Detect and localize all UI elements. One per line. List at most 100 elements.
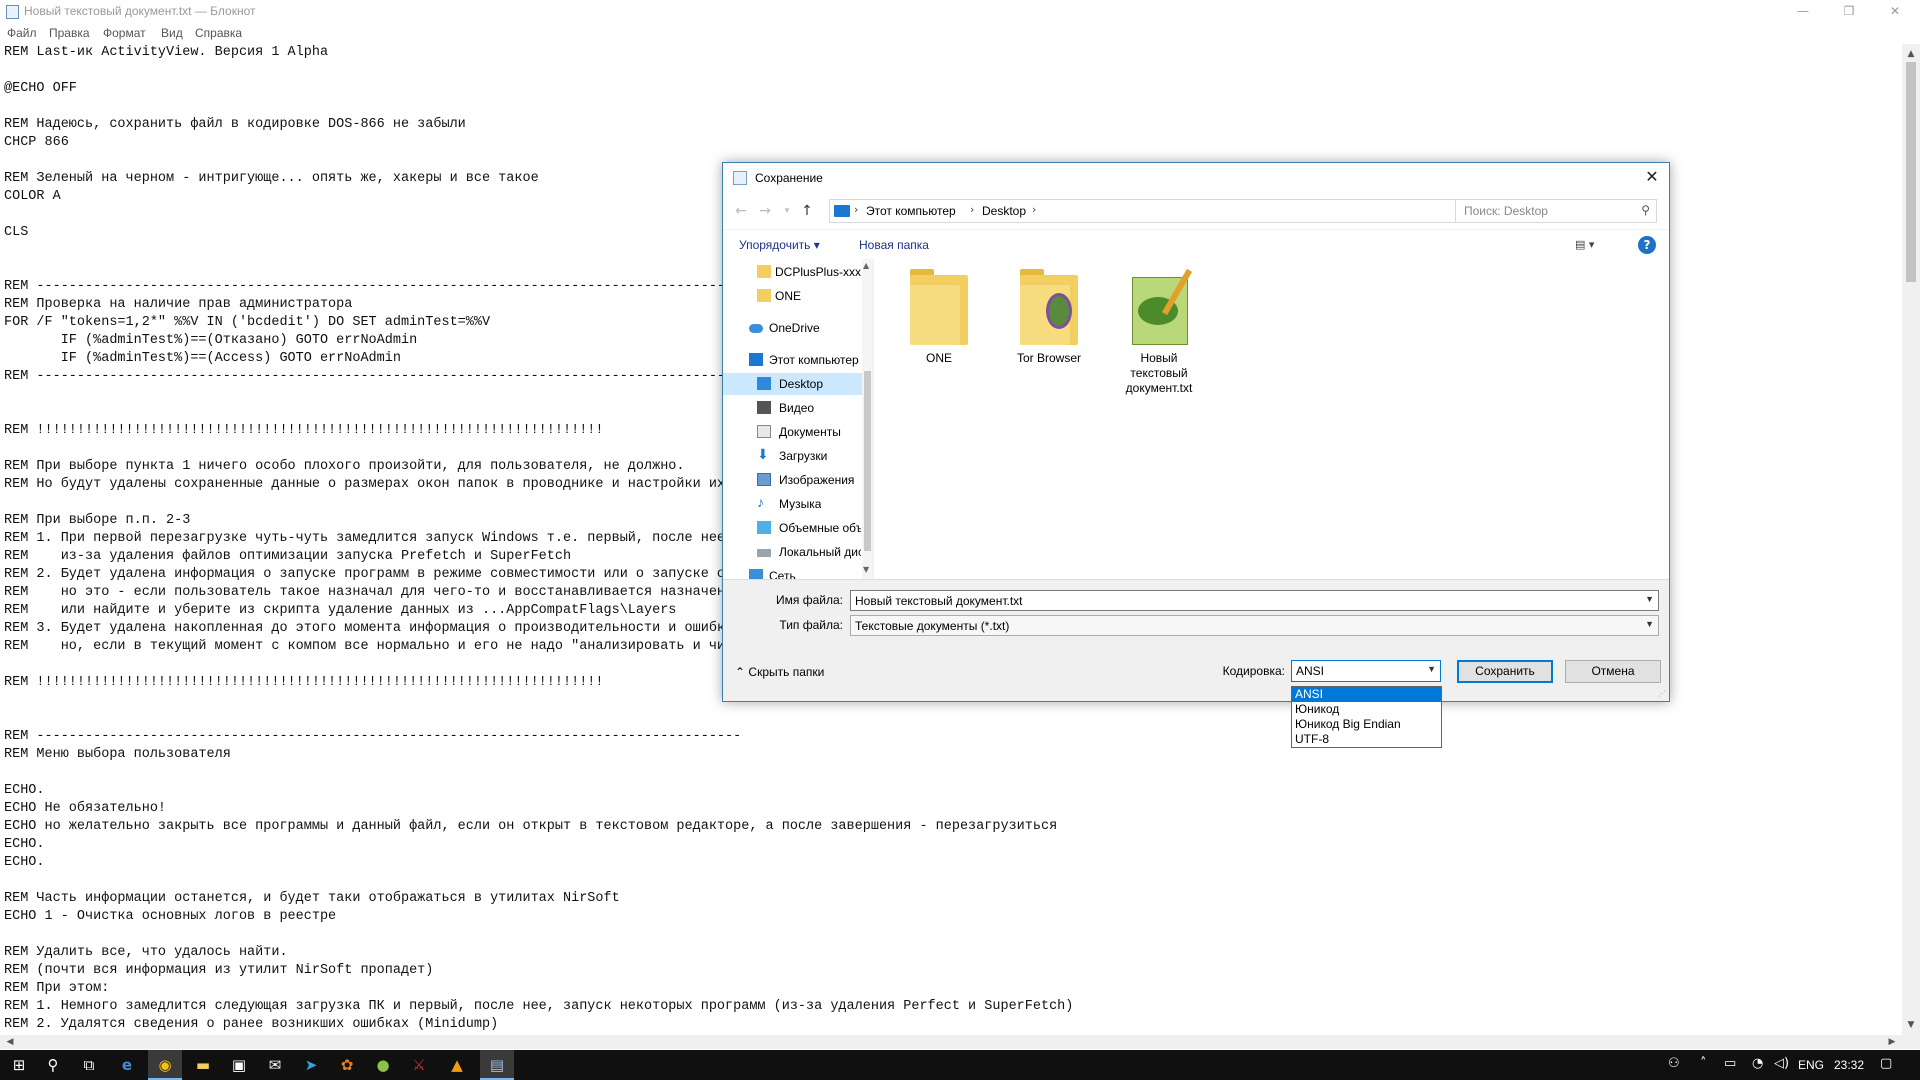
network-icon[interactable]: ◔ <box>1752 1056 1763 1071</box>
encoding-option-utf8[interactable]: UTF-8 <box>1292 732 1441 747</box>
menu-edit[interactable]: Правка <box>49 26 90 40</box>
nav-item-3d-objects[interactable]: Объемные объ <box>723 517 863 539</box>
dialog-close-button[interactable]: ✕ <box>1641 166 1663 188</box>
file-explorer-icon[interactable]: ▬ <box>186 1050 220 1080</box>
edge-icon[interactable]: e <box>110 1050 144 1080</box>
hide-folders-label: Скрыть папки <box>748 665 825 679</box>
vertical-scrollbar[interactable]: ▲ ▼ <box>1902 44 1920 1035</box>
new-folder-button[interactable]: Новая папка <box>859 238 929 252</box>
back-arrow-icon[interactable]: ← <box>731 202 751 220</box>
notifications-icon[interactable]: ▢ <box>1880 1056 1892 1071</box>
scroll-up-icon[interactable]: ▲ <box>1902 46 1920 62</box>
menu-format[interactable]: Формат <box>103 26 146 40</box>
chevron-down-icon[interactable]: ▼ <box>1645 619 1654 629</box>
search-icon[interactable]: ⚲ <box>1641 203 1650 217</box>
nav-item-one[interactable]: ONE <box>723 285 863 307</box>
people-icon[interactable]: ⚇ <box>1668 1056 1680 1071</box>
clock[interactable]: 23:32 <box>1834 1058 1864 1072</box>
breadcrumb-this-pc[interactable]: Этот компьютер <box>866 204 956 218</box>
minimize-button[interactable]: — <box>1780 0 1826 24</box>
nav-scroll-thumb[interactable] <box>864 371 871 551</box>
search-icon[interactable]: ⚲ <box>36 1050 70 1080</box>
encoding-select[interactable]: ANSI ▼ <box>1291 660 1441 682</box>
volume-icon[interactable]: ◁) <box>1774 1056 1789 1071</box>
nav-item-local-disk[interactable]: Локальный дис <box>723 541 863 563</box>
battery-icon[interactable]: ▭ <box>1724 1056 1736 1071</box>
command-bar: Упорядочить ▾ Новая папка ▤ ▾ ? <box>723 229 1669 259</box>
nav-label: Локальный дис <box>779 545 861 559</box>
view-options-icon[interactable]: ▤ ▾ <box>1575 238 1605 252</box>
file-item-new-text-document[interactable]: Новый текстовый документ.txt <box>1114 267 1204 396</box>
file-item-one[interactable]: ONE <box>894 267 984 366</box>
nav-scrollbar[interactable]: ▲ ▼ <box>862 259 873 579</box>
breadcrumb-separator-icon[interactable]: › <box>854 203 858 216</box>
nav-label: Этот компьютер <box>769 353 859 367</box>
file-type-select[interactable]: Текстовые документы (*.txt) ▼ <box>850 615 1659 636</box>
chevron-down-icon[interactable]: ▼ <box>1645 594 1654 604</box>
language-indicator[interactable]: ENG <box>1798 1058 1824 1072</box>
chevron-down-icon[interactable]: ▼ <box>1427 664 1436 674</box>
mail-icon[interactable]: ✉ <box>258 1050 292 1080</box>
show-hidden-icons-icon[interactable]: ˄ <box>1700 1056 1707 1071</box>
up-arrow-icon[interactable]: ↑ <box>797 202 817 220</box>
browser-app-icon[interactable]: ● <box>366 1050 400 1080</box>
computer-icon <box>834 205 850 217</box>
nav-item-this-pc[interactable]: Этот компьютер <box>723 349 863 371</box>
telegram-icon[interactable]: ➤ <box>294 1050 328 1080</box>
help-icon[interactable]: ? <box>1638 236 1656 254</box>
game-app-icon[interactable]: ✿ <box>330 1050 364 1080</box>
resize-grip-icon[interactable]: ⋰ <box>1658 689 1666 698</box>
horizontal-scrollbar[interactable]: ◀ ▶ <box>0 1035 1902 1049</box>
breadcrumb-separator-icon[interactable]: › <box>970 203 974 216</box>
nav-item-onedrive[interactable]: OneDrive <box>723 317 863 339</box>
breadcrumb-desktop[interactable]: Desktop <box>982 204 1026 218</box>
encoding-option-unicode-big-endian[interactable]: Юникод Big Endian <box>1292 717 1441 732</box>
cloud-icon <box>749 324 763 333</box>
scroll-down-icon[interactable]: ▼ <box>1902 1017 1920 1033</box>
navigation-pane: DCPlusPlus-xxx- ONE OneDrive Этот компью… <box>723 259 873 579</box>
scroll-right-icon[interactable]: ▶ <box>1884 1035 1900 1049</box>
menu-help[interactable]: Справка <box>195 26 242 40</box>
nav-item-video[interactable]: Видео <box>723 397 863 419</box>
scroll-down-icon[interactable]: ▼ <box>863 565 869 574</box>
nav-item-dcplusplus[interactable]: DCPlusPlus-xxx- <box>723 261 863 283</box>
scroll-thumb[interactable] <box>1906 62 1916 282</box>
cancel-button[interactable]: Отмена <box>1565 660 1661 683</box>
nav-item-downloads[interactable]: ⬇ Загрузки <box>723 445 863 467</box>
nav-item-music[interactable]: ♪ Музыка <box>723 493 863 515</box>
organize-button[interactable]: Упорядочить ▾ <box>739 238 820 252</box>
encoding-option-unicode[interactable]: Юникод <box>1292 702 1441 717</box>
start-button[interactable]: ⊞ <box>2 1050 36 1080</box>
save-button[interactable]: Сохранить <box>1457 660 1553 683</box>
nav-item-pictures[interactable]: Изображения <box>723 469 863 491</box>
menu-view[interactable]: Вид <box>161 26 183 40</box>
encoding-option-ansi[interactable]: ANSI <box>1292 687 1441 702</box>
file-name-input[interactable]: Новый текстовый документ.txt ▼ <box>850 590 1659 611</box>
forward-arrow-icon[interactable]: → <box>755 202 775 220</box>
recent-locations-icon[interactable]: ▾ <box>777 202 797 220</box>
breadcrumb-separator-icon[interactable]: › <box>1032 203 1036 216</box>
window-title: Новый текстовый документ.txt — Блокнот <box>24 4 256 18</box>
hide-folders-button[interactable]: ⌃ Скрыть папки <box>735 665 824 679</box>
nav-item-network[interactable]: Сеть <box>723 565 863 579</box>
restore-button[interactable]: ❐ <box>1826 0 1872 24</box>
search-input[interactable]: Поиск: Desktop ⚲ <box>1455 199 1657 223</box>
scroll-up-icon[interactable]: ▲ <box>863 261 869 270</box>
chrome-icon[interactable]: ◉ <box>148 1050 182 1080</box>
vlc-icon[interactable]: ▲ <box>440 1050 474 1080</box>
dialog-titlebar: Сохранение ✕ <box>723 163 1669 193</box>
nav-item-documents[interactable]: Документы <box>723 421 863 443</box>
scroll-left-icon[interactable]: ◀ <box>2 1035 18 1049</box>
task-view-icon[interactable]: ⧉ <box>72 1050 106 1080</box>
notepad-taskbar-icon[interactable]: ▤ <box>480 1050 514 1080</box>
menubar: Файл Правка Формат Вид Справка <box>0 24 1920 43</box>
close-window-button[interactable]: ✕ <box>1872 0 1918 24</box>
menu-file[interactable]: Файл <box>7 26 37 40</box>
encoding-label: Кодировка: <box>1222 664 1285 678</box>
address-bar[interactable]: › Этот компьютер › Desktop › ▼ ↻ <box>829 199 1531 223</box>
file-item-tor-browser[interactable]: Tor Browser <box>1004 267 1094 366</box>
store-icon[interactable]: ▣ <box>222 1050 256 1080</box>
file-type-label: Тип файла: <box>779 618 843 632</box>
sword-app-icon[interactable]: ⚔ <box>402 1050 436 1080</box>
nav-item-desktop[interactable]: Desktop <box>723 373 863 395</box>
